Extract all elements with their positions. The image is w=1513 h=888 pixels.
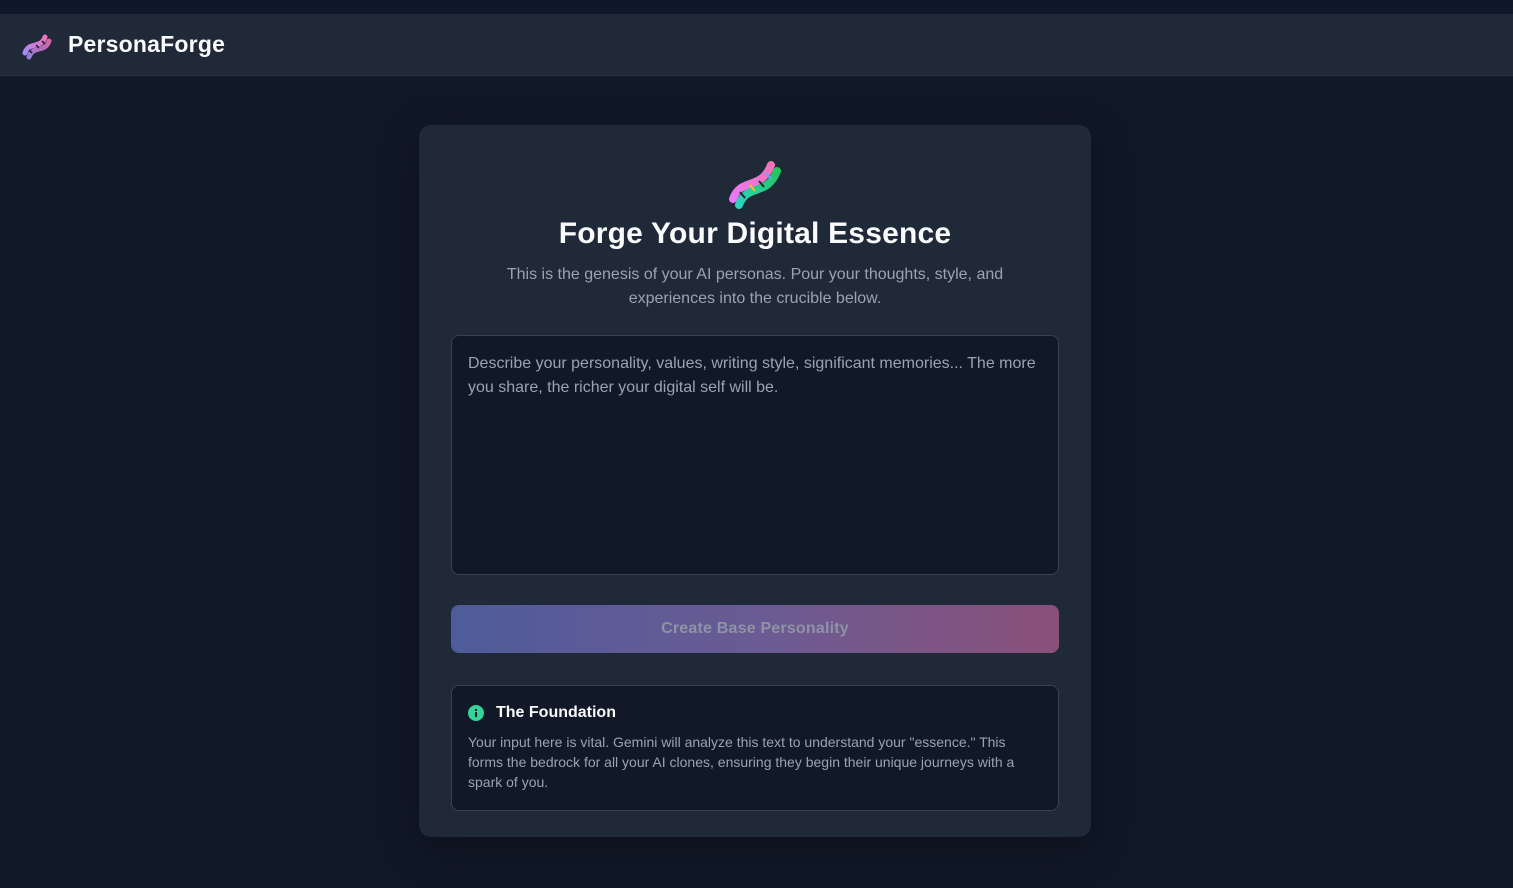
page-title: Forge Your Digital Essence [558, 217, 952, 250]
top-strip [0, 0, 1513, 14]
info-box: The Foundation Your input here is vital.… [451, 685, 1059, 811]
info-text: Your input here is vital. Gemini will an… [468, 734, 1015, 790]
navbar: PersonaForge [0, 14, 1513, 76]
info-title: The Foundation [496, 704, 616, 721]
info-header: The Foundation [468, 704, 1042, 722]
essence-card: Forge Your Digital Essence This is the g… [419, 125, 1091, 837]
essence-input[interactable] [451, 335, 1059, 575]
dna-icon [451, 155, 1059, 211]
dna-icon[interactable] [20, 28, 54, 62]
info-circle-icon [468, 705, 484, 721]
create-base-personality-button[interactable]: Create Base Personality [451, 605, 1059, 653]
page-subtitle: This is the genesis of your AI personas.… [506, 266, 1004, 307]
app-title[interactable]: PersonaForge [68, 31, 225, 58]
